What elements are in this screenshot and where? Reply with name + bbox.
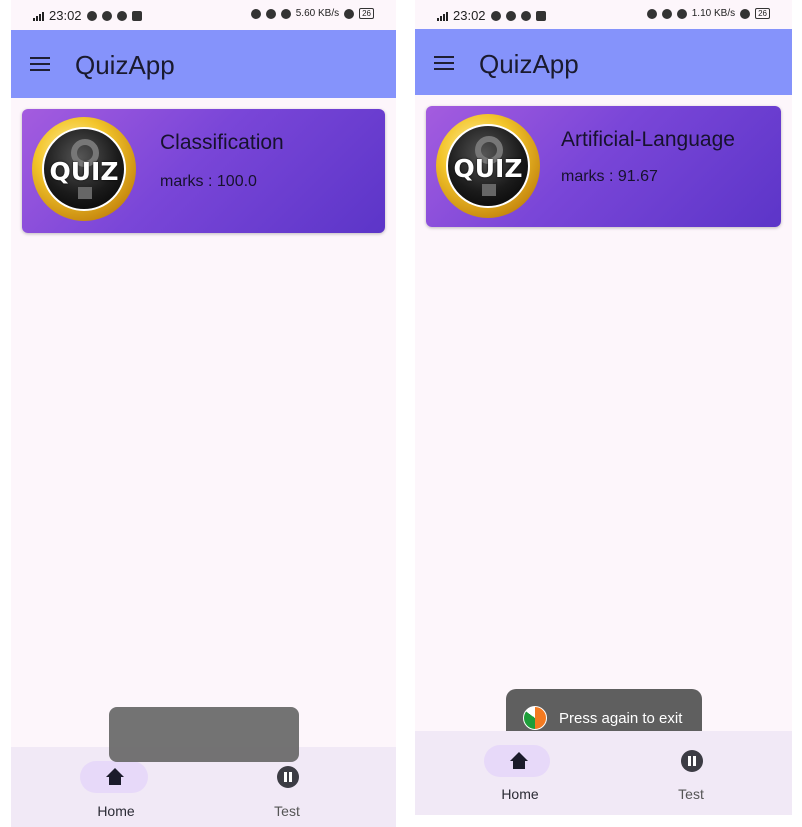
app-title: QuizApp <box>479 49 579 79</box>
toast-text: Press again to exit <box>559 709 683 727</box>
phone-call-icon <box>505 10 516 21</box>
bottom-navigation: Home Test <box>415 731 792 815</box>
nav-test-label: Test <box>274 803 300 819</box>
app-notification-icon <box>131 10 142 21</box>
app-title: QuizApp <box>75 50 175 80</box>
quiz-logo-text: QUIZ <box>453 154 523 183</box>
top-app-bar: QuizApp <box>11 30 396 98</box>
pause-icon <box>681 750 703 772</box>
alarm-off-icon <box>265 8 276 19</box>
location-icon <box>646 8 657 19</box>
quiz-logo: QUIZ <box>32 117 136 221</box>
quiz-category-name: Classification <box>160 131 284 154</box>
quiz-result-card[interactable]: QUIZ Classification marks : 100.0 <box>22 109 385 233</box>
top-app-bar: QuizApp <box>415 29 792 95</box>
left-phone-screen: 23:02 5.60 KB/s 26 QuizApp QUIZ Classifi… <box>11 0 396 827</box>
volte-icon <box>280 8 291 19</box>
nav-home[interactable]: Home <box>440 731 600 815</box>
battery-icon: 26 <box>755 8 770 19</box>
status-bar: 23:02 1.10 KB/s 26 <box>415 0 792 30</box>
toast-message <box>109 707 299 762</box>
status-time: 23:02 <box>453 8 486 23</box>
app-notification-icon <box>535 10 546 21</box>
nav-home-label: Home <box>97 803 135 819</box>
battery-icon: 26 <box>359 8 374 19</box>
quiz-marks: marks : 91.67 <box>561 168 658 185</box>
status-time: 23:02 <box>49 8 82 23</box>
nav-test-label: Test <box>678 786 704 802</box>
pause-icon <box>277 766 299 788</box>
location-icon <box>250 8 261 19</box>
right-phone-screen: 23:02 1.10 KB/s 26 QuizApp QUIZ Artifici… <box>415 0 792 815</box>
quiz-logo-text: QUIZ <box>49 157 119 186</box>
wifi-icon <box>740 8 751 19</box>
navigation-icon <box>86 10 97 21</box>
alarm-off-icon <box>661 8 672 19</box>
navigation-icon <box>490 10 501 21</box>
quiz-marks: marks : 100.0 <box>160 173 257 190</box>
home-icon <box>106 768 124 786</box>
menu-icon[interactable] <box>434 56 454 70</box>
network-speed: 5.60 KB/s <box>295 8 340 19</box>
signal-icon <box>437 11 448 21</box>
nav-test[interactable]: Test <box>611 731 771 815</box>
wifi-icon <box>344 8 355 19</box>
volte-icon <box>676 8 687 19</box>
app-icon <box>523 706 547 730</box>
home-icon <box>510 752 528 770</box>
status-bar: 23:02 5.60 KB/s 26 <box>11 0 396 30</box>
menu-icon[interactable] <box>30 57 50 71</box>
network-speed: 1.10 KB/s <box>691 8 736 19</box>
signal-icon <box>33 11 44 21</box>
check-icon <box>116 10 127 21</box>
quiz-category-name: Artificial-Language <box>561 128 735 151</box>
nav-home-label: Home <box>501 786 539 802</box>
quiz-result-card[interactable]: QUIZ Artificial-Language marks : 91.67 <box>426 106 781 227</box>
check-icon <box>520 10 531 21</box>
quiz-logo: QUIZ <box>436 114 540 218</box>
phone-call-icon <box>101 10 112 21</box>
